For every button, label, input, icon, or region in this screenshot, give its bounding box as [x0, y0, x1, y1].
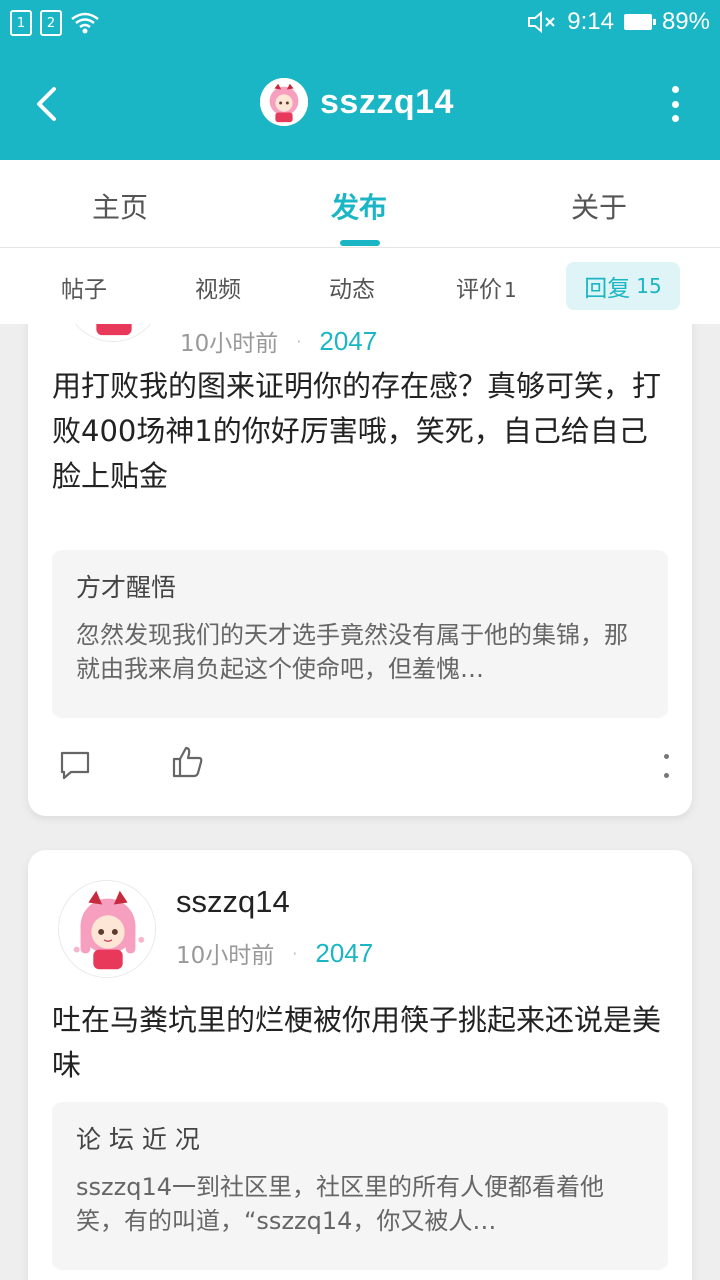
tab-indicator — [340, 240, 380, 246]
quoted-post[interactable]: 论 坛 近 况 sszzq14一到社区里，社区里的所有人便都看着他笑，有的叫道，… — [52, 1102, 668, 1270]
back-button[interactable] — [28, 80, 64, 128]
post-meta: 10小时前 · 2047 — [176, 937, 374, 970]
reply-count: 15 — [636, 274, 662, 298]
sim2-icon: 2 — [40, 10, 62, 36]
view-count: 2047 — [315, 937, 374, 968]
subtab-replies[interactable]: 回复 15 — [566, 262, 680, 310]
post-time: 10小时前 — [180, 331, 279, 357]
thumbs-up-icon — [172, 746, 203, 778]
avatar — [260, 78, 308, 126]
reply-card[interactable]: 10小时前 · 2047 用打败我的图来证明你的存在感？真够可笑，打败400场神… — [28, 324, 692, 816]
tab-home[interactable]: 主页 — [92, 186, 148, 226]
post-meta: 10小时前 · 2047 — [180, 325, 378, 358]
quoted-post-title: 论 坛 近 况 — [76, 1125, 200, 1154]
subtab-reviews[interactable]: 评价 1 — [456, 270, 517, 304]
quoted-post-excerpt: sszzq14一到社区里，社区里的所有人便都看着他笑，有的叫道，“sszzq14… — [76, 1173, 604, 1235]
battery-icon — [623, 14, 656, 30]
reply-text: 吐在马粪坑里的烂梗被你用筷子挑起来还说是美味 — [52, 1003, 662, 1082]
quoted-post-excerpt: 忽然发现我们的天才选手竟然没有属于他的集锦，那就由我来肩负起这个使命吧，但羞愧… — [76, 621, 628, 683]
wifi-icon — [71, 12, 99, 34]
tab-posts[interactable]: 发布 — [331, 186, 387, 226]
sub-tabs: 帖子 视频 动态 评价 1 回复 15 — [0, 248, 720, 324]
like-button[interactable] — [170, 744, 206, 784]
avatar[interactable] — [64, 324, 162, 342]
reply-text: 用打败我的图来证明你的存在感？真够可笑，打败400场神1的你好厉害哦，笑死，自己… — [52, 369, 662, 493]
comment-button[interactable] — [58, 748, 92, 786]
review-count: 1 — [504, 278, 517, 302]
page-title: sszzq14 — [320, 82, 454, 121]
reply-actions — [52, 744, 670, 792]
more-options-button[interactable] — [670, 86, 680, 122]
more-button[interactable] — [664, 754, 670, 778]
subtab-videos[interactable]: 视频 — [195, 270, 241, 304]
chevron-left-icon — [37, 87, 56, 121]
main-tabs: 主页 发布 关于 — [0, 160, 720, 248]
post-time: 10小时前 — [176, 943, 275, 969]
author-name[interactable]: sszzq14 — [176, 884, 290, 920]
profile-title[interactable]: sszzq14 — [260, 78, 454, 126]
dot-icon — [671, 115, 679, 122]
avatar[interactable] — [58, 880, 156, 978]
quoted-post[interactable]: 方才醒悟 忽然发现我们的天才选手竟然没有属于他的集锦，那就由我来肩负起这个使命吧… — [52, 550, 668, 718]
reply-list[interactable]: 10小时前 · 2047 用打败我的图来证明你的存在感？真够可笑，打败400场神… — [0, 324, 720, 1280]
status-bar: 1 2 9:14 89% — [0, 0, 720, 48]
battery-level: 89% — [661, 8, 710, 35]
tab-about[interactable]: 关于 — [571, 186, 627, 226]
reply-card[interactable]: sszzq14 10小时前 · 2047 吐在马粪坑里的烂梗被你用筷子挑起来还说… — [28, 850, 692, 1280]
dot-icon — [664, 773, 669, 778]
dot-icon — [671, 100, 679, 108]
quoted-post-title: 方才醒悟 — [76, 573, 177, 602]
dot-icon — [671, 86, 679, 93]
mute-icon — [528, 10, 555, 34]
app-bar: sszzq14 — [0, 48, 720, 160]
dot-icon — [664, 754, 669, 759]
subtab-activity[interactable]: 动态 — [329, 270, 375, 304]
sim1-icon: 1 — [10, 10, 32, 36]
subtab-threads[interactable]: 帖子 — [61, 270, 107, 304]
comment-icon — [60, 751, 90, 780]
status-time: 9:14 — [567, 8, 614, 35]
view-count: 2047 — [319, 325, 378, 356]
